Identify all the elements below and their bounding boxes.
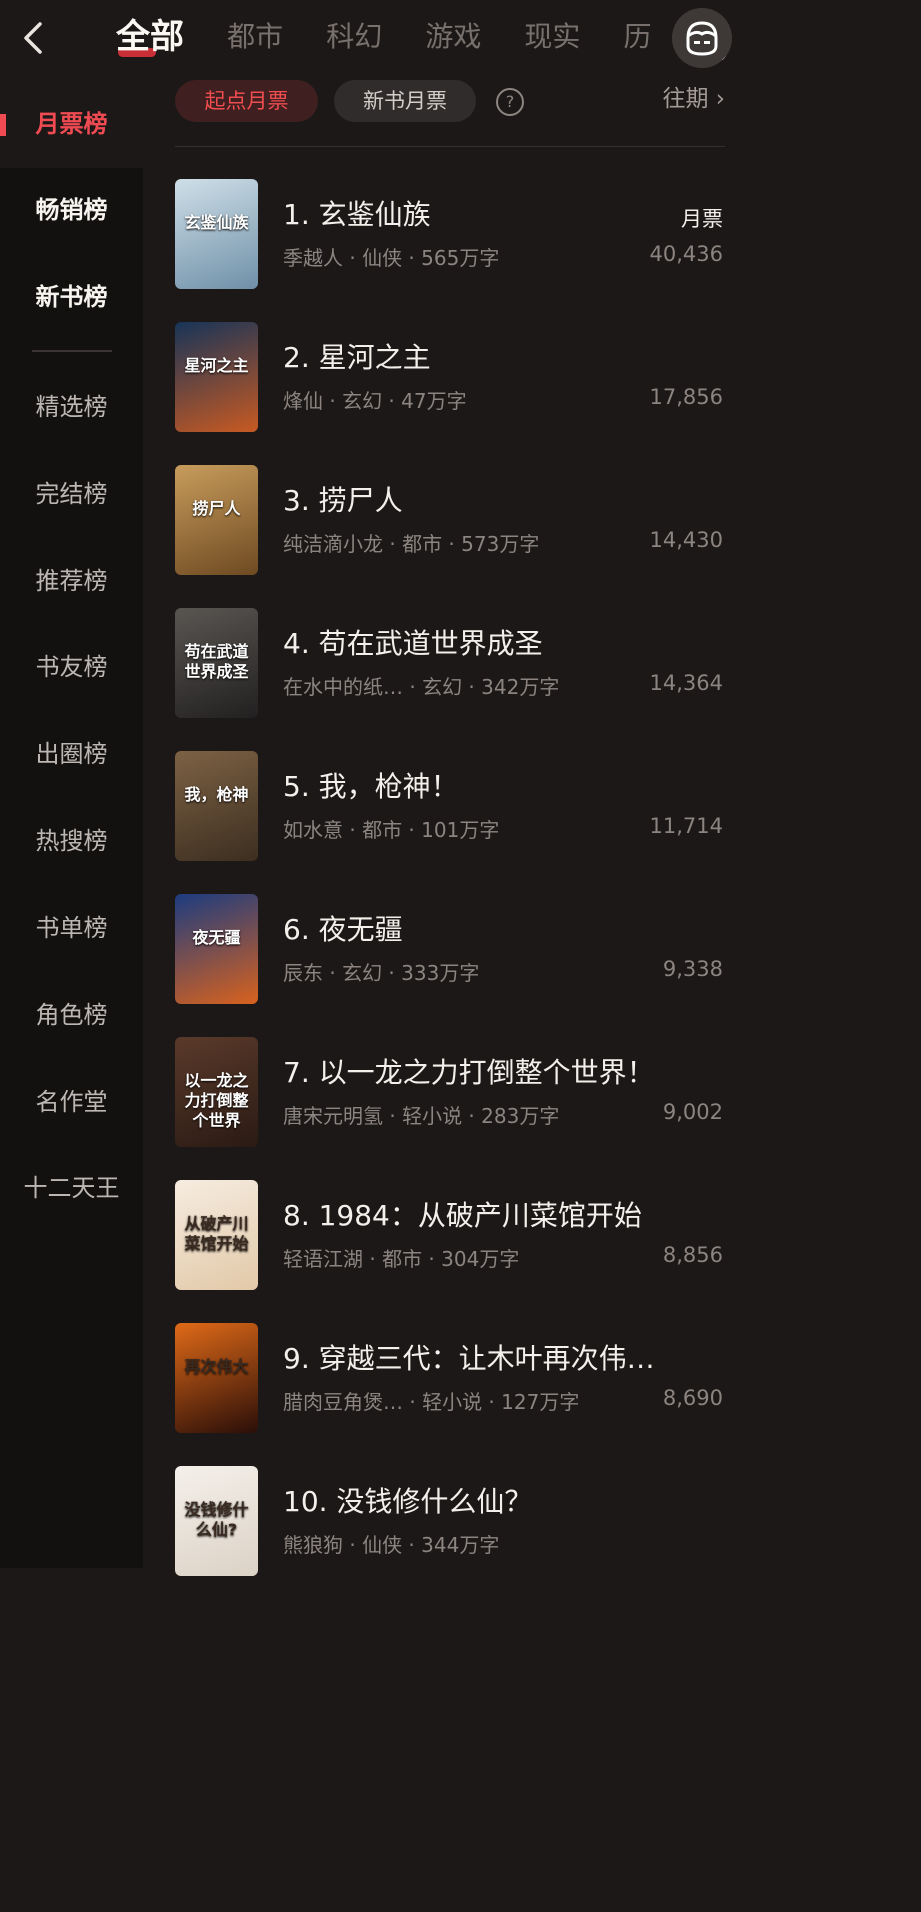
book-row[interactable]: 我，枪神 5. 我，枪神！ 如水意 · 都市 · 101万字 11,714	[175, 751, 725, 894]
book-cover[interactable]: 玄鉴仙族	[175, 179, 258, 289]
filter-row: 起点月票 新书月票 ? 往期 ›	[175, 80, 725, 147]
book-meta: 在水中的纸… · 玄幻 · 342万字	[283, 675, 560, 699]
monthly-votes-count: 9,002	[662, 1100, 723, 1124]
book-meta: 轻语江湖 · 都市 · 304万字	[283, 1247, 520, 1271]
book-title[interactable]: 2. 星河之主	[283, 336, 703, 376]
book-cover[interactable]: 星河之主	[175, 322, 258, 432]
book-cover[interactable]: 苟在武道世界成圣	[175, 608, 258, 718]
book-title[interactable]: 7. 以一龙之力打倒整个世界！	[283, 1051, 703, 1091]
tab-reality[interactable]: 现实	[524, 12, 580, 62]
book-cover[interactable]: 以一龙之力打倒整个世界	[175, 1037, 258, 1147]
cover-title: 星河之主	[184, 356, 249, 375]
past-periods-label: 往期	[662, 86, 709, 112]
top-header: 全部 都市 科幻 游戏 现实 历	[0, 0, 755, 80]
votes-column-label: 月票	[681, 207, 723, 231]
sidebar-item-completed[interactable]: 完结榜	[0, 474, 143, 514]
book-meta: 纯洁滴小龙 · 都市 · 573万字	[283, 532, 540, 556]
book-meta: 辰东 · 玄幻 · 333万字	[283, 961, 480, 985]
sidebar-item-label: 月票榜	[35, 110, 108, 138]
monthly-votes-count: 9,338	[662, 957, 723, 981]
tab-urban[interactable]: 都市	[227, 12, 283, 62]
filter-new-book-monthly[interactable]: 新书月票	[334, 80, 476, 122]
book-cover[interactable]: 我，枪神	[175, 751, 258, 861]
cover-title: 苟在武道世界成圣	[184, 642, 249, 681]
sidebar-item-hall-of-fame[interactable]: 名作堂	[0, 1082, 143, 1122]
cover-title: 我，枪神	[184, 785, 249, 804]
book-title[interactable]: 6. 夜无疆	[283, 908, 703, 948]
cover-title: 再次伟大	[184, 1357, 249, 1376]
monthly-votes-count: 11,714	[649, 814, 723, 838]
chevron-right-icon: ›	[715, 86, 725, 112]
book-title[interactable]: 8. 1984：从破产川菜馆开始	[283, 1194, 703, 1234]
user-avatar-icon[interactable]	[672, 8, 732, 68]
monthly-votes-count: 8,690	[662, 1386, 723, 1410]
sidebar-item-breakout[interactable]: 出圈榜	[0, 734, 143, 774]
ranking-sidebar: 月票榜 畅销榜 新书榜 精选榜 完结榜 推荐榜 书友榜 出圈榜 热搜榜 书单榜 …	[0, 80, 143, 1568]
sidebar-item-featured[interactable]: 精选榜	[0, 387, 143, 427]
book-title[interactable]: 1. 玄鉴仙族	[283, 193, 703, 233]
tab-all[interactable]: 全部	[116, 12, 184, 62]
book-cover[interactable]: 没钱修什么仙?	[175, 1466, 258, 1576]
book-row[interactable]: 以一龙之力打倒整个世界 7. 以一龙之力打倒整个世界！ 唐宋元明氢 · 轻小说 · …	[175, 1037, 725, 1180]
tab-game[interactable]: 游戏	[425, 12, 481, 62]
active-indicator	[0, 114, 6, 136]
book-row[interactable]: 捞尸人 3. 捞尸人纯洁滴小龙 · 都市 · 573万字 14,430	[175, 465, 725, 608]
help-icon[interactable]: ?	[496, 88, 524, 116]
filter-qidian-monthly[interactable]: 起点月票	[175, 80, 318, 122]
book-cover[interactable]: 从破产川菜馆开始	[175, 1180, 258, 1290]
sidebar-item-characters[interactable]: 角色榜	[0, 995, 143, 1035]
sidebar-item-bestseller[interactable]: 畅销榜	[0, 190, 143, 230]
book-title[interactable]: 5. 我，枪神！	[283, 765, 703, 805]
cover-title: 夜无疆	[192, 928, 241, 947]
sidebar-item-booklist[interactable]: 书单榜	[0, 908, 143, 948]
back-arrow-icon[interactable]	[18, 18, 50, 58]
past-periods-link[interactable]: 往期 ›	[662, 80, 725, 118]
tab-scifi[interactable]: 科幻	[326, 12, 382, 62]
book-row[interactable]: 玄鉴仙族 1. 玄鉴仙族季越人 · 仙侠 · 565万字 40,436 月票	[175, 179, 725, 322]
sidebar-item-recommended[interactable]: 推荐榜	[0, 561, 143, 601]
book-title[interactable]: 9. 穿越三代：让木叶再次伟…	[283, 1337, 703, 1377]
book-row[interactable]: 再次伟大 9. 穿越三代：让木叶再次伟… 腊肉豆角煲… · 轻小说 · 127万字 8…	[175, 1323, 725, 1466]
sidebar-item-twelve-kings[interactable]: 十二天王	[0, 1168, 143, 1208]
book-meta: 如水意 · 都市 · 101万字	[283, 818, 500, 842]
monthly-votes-count: 8,856	[662, 1243, 723, 1267]
book-row[interactable]: 没钱修什么仙? 10. 没钱修什么仙？ 熊狼狗 · 仙侠 · 344万字	[175, 1466, 725, 1609]
cover-title: 捞尸人	[192, 499, 241, 518]
book-row[interactable]: 从破产川菜馆开始 8. 1984：从破产川菜馆开始轻语江湖 · 都市 · 304万…	[175, 1180, 725, 1323]
book-meta: 烽仙 · 玄幻 · 47万字	[283, 389, 467, 413]
cover-title: 以一龙之力打倒整个世界	[184, 1071, 249, 1130]
cover-title: 玄鉴仙族	[184, 213, 249, 232]
monthly-votes-count: 14,430	[649, 528, 723, 552]
book-title[interactable]: 10. 没钱修什么仙？	[283, 1480, 703, 1520]
book-row[interactable]: 苟在武道世界成圣 4. 苟在武道世界成圣在水中的纸… · 玄幻 · 342万字 14…	[175, 608, 725, 751]
book-cover[interactable]: 捞尸人	[175, 465, 258, 575]
book-row[interactable]: 星河之主 2. 星河之主烽仙 · 玄幻 · 47万字 17,856	[175, 322, 725, 465]
sidebar-divider	[32, 350, 112, 352]
book-row[interactable]: 夜无疆 6. 夜无疆辰东 · 玄幻 · 333万字 9,338	[175, 894, 725, 1037]
book-title[interactable]: 4. 苟在武道世界成圣	[283, 622, 703, 662]
book-title[interactable]: 3. 捞尸人	[283, 479, 703, 519]
category-tabs: 全部 都市 科幻 游戏 现实 历	[116, 12, 676, 62]
book-meta: 唐宋元明氢 · 轻小说 · 283万字	[283, 1104, 560, 1128]
book-meta: 腊肉豆角煲… · 轻小说 · 127万字	[283, 1390, 580, 1414]
tab-history[interactable]: 历	[624, 12, 652, 62]
sidebar-item-new-books[interactable]: 新书榜	[0, 277, 143, 317]
book-meta: 季越人 · 仙侠 · 565万字	[283, 246, 500, 270]
book-meta: 熊狼狗 · 仙侠 · 344万字	[283, 1533, 500, 1557]
book-cover[interactable]: 夜无疆	[175, 894, 258, 1004]
monthly-votes-count: 40,436	[649, 242, 723, 266]
sidebar-item-reader-fans[interactable]: 书友榜	[0, 647, 143, 687]
sidebar-item-hot-search[interactable]: 热搜榜	[0, 821, 143, 861]
cover-title: 没钱修什么仙?	[184, 1500, 249, 1539]
monthly-votes-count: 14,364	[649, 671, 723, 695]
monthly-votes-count: 17,856	[649, 385, 723, 409]
sidebar-item-monthly-votes[interactable]: 月票榜	[0, 80, 143, 168]
book-cover[interactable]: 再次伟大	[175, 1323, 258, 1433]
cover-title: 从破产川菜馆开始	[184, 1214, 249, 1253]
